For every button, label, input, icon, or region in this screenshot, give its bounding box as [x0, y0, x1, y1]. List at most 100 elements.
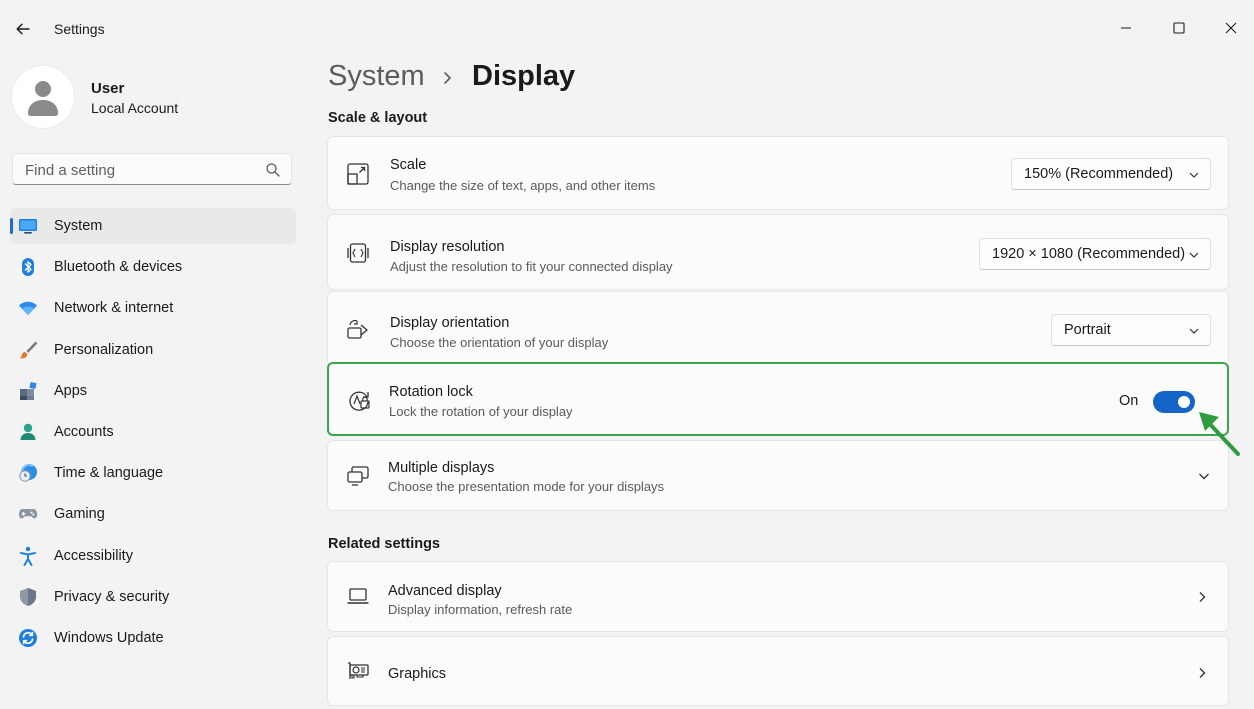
- user-account-type: Local Account: [91, 100, 179, 116]
- breadcrumb-parent[interactable]: System: [328, 60, 425, 93]
- orientation-dropdown[interactable]: Portrait: [1051, 314, 1211, 346]
- rotation-lock-toggle[interactable]: [1153, 391, 1195, 413]
- related-graphics[interactable]: Graphics: [327, 636, 1229, 706]
- user-avatar-icon: [28, 81, 58, 116]
- sidebar-item-label: Windows Update: [54, 629, 164, 646]
- brush-icon: [19, 341, 38, 358]
- sidebar-item-label: Accounts: [54, 423, 114, 440]
- minimize-button[interactable]: [1110, 12, 1142, 44]
- chevron-down-icon: [1189, 172, 1199, 178]
- sidebar-item-label: Network & internet: [54, 300, 174, 317]
- chevron-right-icon: [444, 72, 451, 84]
- sidebar-item-label: Apps: [54, 382, 88, 399]
- search-input[interactable]: [23, 159, 257, 181]
- sidebar-item-windows-update[interactable]: Windows Update: [10, 620, 296, 656]
- sidebar-item-label: Bluetooth & devices: [54, 259, 183, 276]
- rotation-lock-icon: [349, 391, 370, 411]
- shield-icon: [20, 587, 36, 606]
- setting-subtitle: Lock the rotation of your display: [389, 404, 573, 419]
- close-icon: [1225, 22, 1237, 34]
- sidebar-item-system[interactable]: System: [10, 208, 296, 244]
- multiple-displays-icon: [347, 466, 369, 486]
- gamepad-icon: [19, 509, 38, 519]
- resolution-dropdown[interactable]: 1920 × 1080 (Recommended): [979, 238, 1211, 270]
- sidebar-item-accessibility[interactable]: Accessibility: [10, 538, 296, 574]
- back-button[interactable]: [10, 16, 36, 42]
- scale-dropdown[interactable]: 150% (Recommended): [1011, 158, 1211, 190]
- sidebar-item-time-language[interactable]: Time & language: [10, 455, 296, 491]
- page-title: Display: [472, 60, 576, 92]
- setting-title: Display orientation: [390, 315, 510, 331]
- dropdown-value: Portrait: [1064, 322, 1111, 338]
- minimize-icon: [1121, 27, 1131, 29]
- setting-subtitle: Choose the orientation of your display: [390, 335, 609, 350]
- globe-clock-icon: [19, 464, 37, 482]
- related-advanced-display[interactable]: Advanced display Display information, re…: [327, 561, 1229, 632]
- annotation-arrow-icon: [1199, 412, 1240, 456]
- toggle-knob: [1178, 396, 1190, 408]
- setting-title: Graphics: [388, 666, 447, 682]
- setting-title: Scale: [390, 157, 427, 173]
- sidebar-item-gaming[interactable]: Gaming: [10, 496, 296, 532]
- sidebar-item-privacy-security[interactable]: Privacy & security: [10, 579, 296, 615]
- sidebar-item-network[interactable]: Network & internet: [10, 290, 296, 326]
- sidebar-item-label: System: [54, 218, 103, 234]
- setting-multiple-displays: Multiple displays Choose the presentatio…: [327, 440, 1229, 511]
- sidebar-item-label: Privacy & security: [54, 588, 170, 605]
- setting-rotation-lock: Rotation lock Lock the rotation of your …: [327, 362, 1229, 436]
- scale-icon: [347, 163, 369, 185]
- avatar[interactable]: [12, 66, 74, 128]
- sidebar-item-personalization[interactable]: Personalization: [10, 332, 296, 368]
- setting-subtitle: Choose the presentation mode for your di…: [388, 479, 665, 494]
- dropdown-value: 150% (Recommended): [1024, 166, 1174, 182]
- chevron-right-icon: [1199, 592, 1206, 602]
- title-bar: Settings: [0, 4, 1254, 52]
- orientation-icon: [347, 319, 369, 339]
- setting-title: Rotation lock: [389, 384, 473, 400]
- section-title-related-settings: Related settings: [328, 536, 440, 552]
- apps-icon: [20, 381, 37, 400]
- user-name: User: [91, 80, 125, 97]
- setting-subtitle: Display information, refresh rate: [388, 602, 573, 617]
- update-icon: [19, 628, 37, 647]
- resolution-icon: [347, 243, 369, 263]
- setting-title: Advanced display: [388, 583, 502, 599]
- graphics-card-icon: [348, 662, 369, 679]
- setting-display-resolution: Display resolution Adjust the resolution…: [327, 214, 1229, 290]
- section-title-scale-layout: Scale & layout: [328, 110, 428, 126]
- close-button[interactable]: [1215, 12, 1247, 44]
- sidebar-item-label: Personalization: [54, 341, 154, 358]
- chevron-right-icon: [1199, 668, 1206, 678]
- setting-subtitle: Adjust the resolution to fit your connec…: [390, 259, 673, 274]
- laptop-icon: [347, 588, 369, 604]
- expand-chevron-down-icon[interactable]: [1197, 469, 1211, 483]
- bluetooth-icon: [22, 258, 34, 277]
- back-arrow-icon: [16, 23, 30, 35]
- maximize-icon: [1173, 22, 1185, 34]
- setting-scale: Scale Change the size of text, apps, and…: [327, 136, 1229, 210]
- sidebar-item-bluetooth[interactable]: Bluetooth & devices: [10, 249, 296, 285]
- search-icon: [266, 163, 280, 177]
- toggle-state-label: On: [1119, 393, 1139, 409]
- chevron-down-icon: [1189, 328, 1199, 334]
- system-monitor-icon: [19, 219, 37, 234]
- dropdown-value: 1920 × 1080 (Recommended): [992, 246, 1186, 262]
- setting-title: Multiple displays: [388, 460, 495, 476]
- accessibility-icon: [20, 546, 36, 566]
- setting-subtitle: Change the size of text, apps, and other…: [390, 178, 656, 193]
- sidebar-item-label: Accessibility: [54, 547, 133, 564]
- setting-title: Display resolution: [390, 239, 505, 255]
- settings-window: Settings User Local Account Find a setti…: [0, 4, 1254, 709]
- person-icon: [20, 423, 36, 440]
- sidebar-item-label: Time & language: [54, 465, 164, 482]
- search-box[interactable]: [12, 153, 292, 185]
- chevron-down-icon: [1189, 252, 1199, 258]
- sidebar-nav: System Bluetooth & devices Network & int…: [10, 208, 296, 661]
- sidebar-item-apps[interactable]: Apps: [10, 373, 296, 409]
- wifi-icon: [19, 302, 37, 316]
- maximize-button[interactable]: [1163, 12, 1195, 44]
- sidebar-item-label: Gaming: [54, 506, 105, 523]
- app-title: Settings: [54, 21, 105, 37]
- setting-display-orientation: Display orientation Choose the orientati…: [327, 291, 1229, 366]
- sidebar-item-accounts[interactable]: Accounts: [10, 414, 296, 450]
